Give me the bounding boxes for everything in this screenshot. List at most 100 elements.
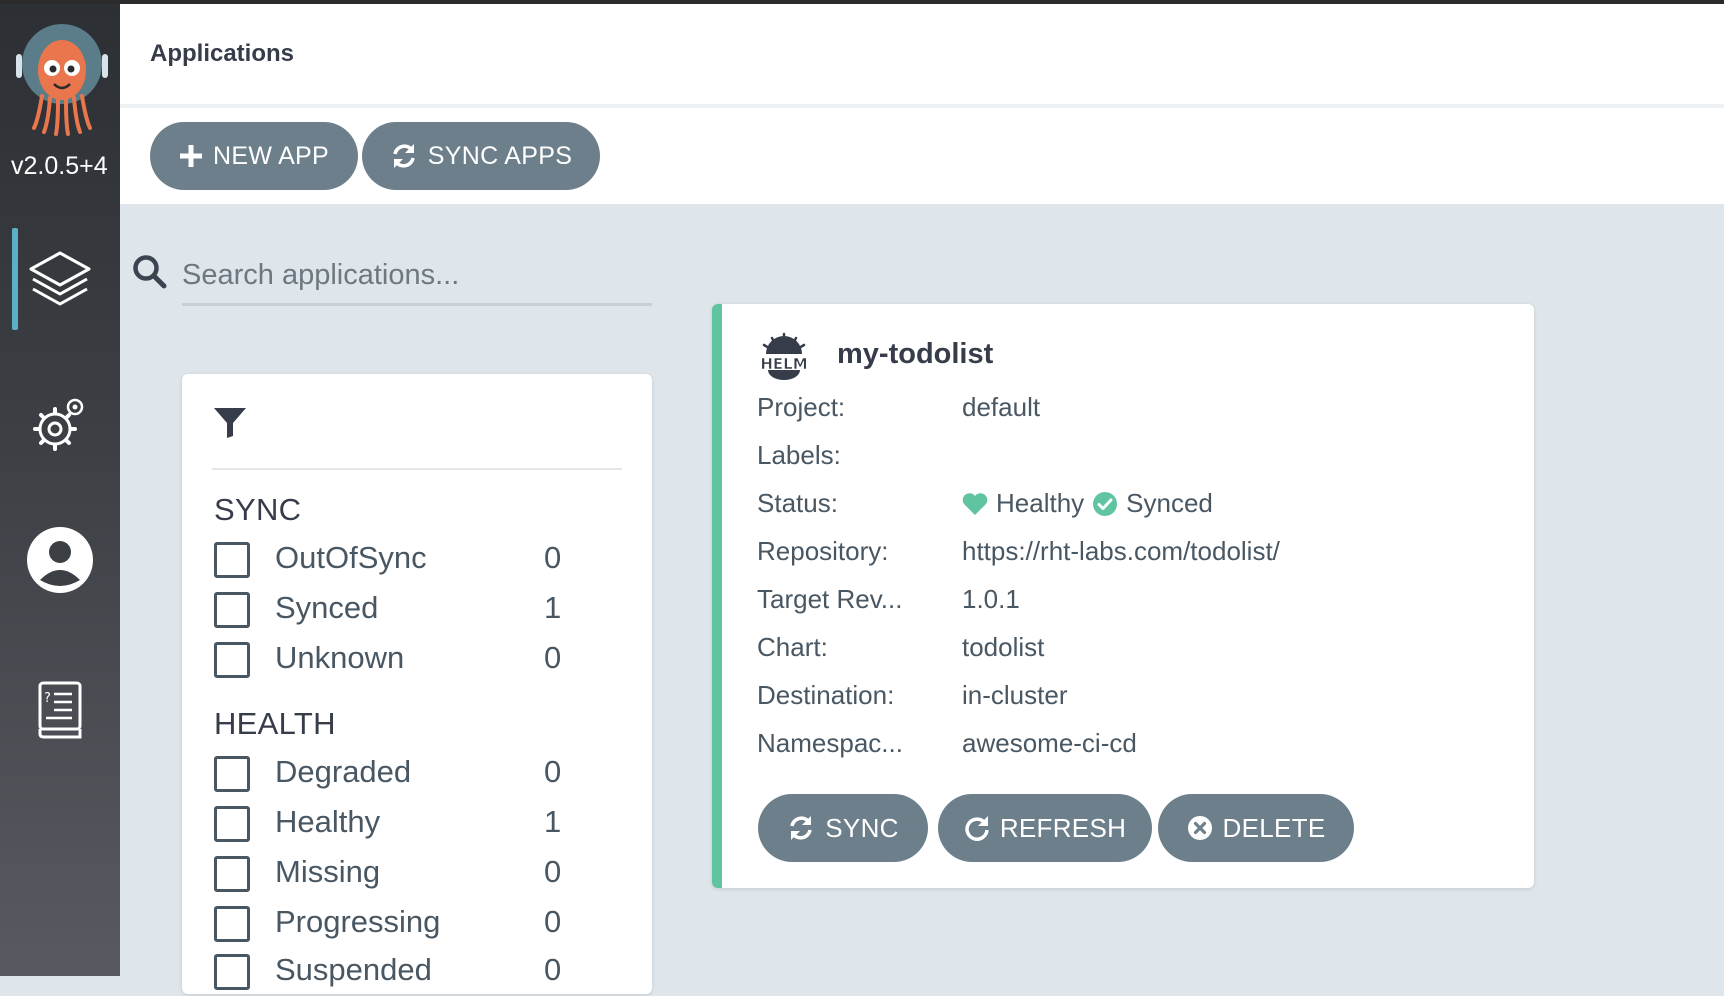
filter-item-suspended[interactable]: Suspended 0 xyxy=(214,950,574,996)
filters-panel: SYNC OutOfSync 0 Synced 1 Unknown 0 HEAL… xyxy=(182,374,652,994)
field-value: awesome-ci-cd xyxy=(962,728,1137,758)
filter-label: Progressing xyxy=(275,904,441,939)
nav-user-info[interactable] xyxy=(0,510,120,610)
filter-item-unknown[interactable]: Unknown 0 xyxy=(214,638,574,684)
sync-filter-title: SYNC xyxy=(214,492,302,527)
sync-label: SYNC xyxy=(825,812,899,843)
field-namespace: Namespac... awesome-ci-cd xyxy=(757,728,1527,764)
user-icon xyxy=(27,527,93,593)
plus-icon xyxy=(179,145,202,167)
delete-button[interactable]: DELETE xyxy=(1158,794,1354,862)
filter-checkbox[interactable] xyxy=(214,954,250,990)
filter-checkbox[interactable] xyxy=(214,592,250,628)
field-label: Project: xyxy=(757,392,846,422)
heart-icon xyxy=(962,492,988,515)
field-label: Chart: xyxy=(757,632,828,662)
filter-count: 0 xyxy=(544,952,562,987)
check-circle-icon xyxy=(1093,491,1118,516)
filter-count: 0 xyxy=(544,540,562,575)
delete-label: DELETE xyxy=(1222,812,1326,843)
filter-count: 0 xyxy=(544,904,562,939)
filter-checkbox[interactable] xyxy=(214,856,250,892)
search-icon xyxy=(133,255,167,289)
helm-icon: HELM xyxy=(760,332,808,380)
filter-count: 0 xyxy=(544,640,562,675)
filter-item-synced[interactable]: Synced 1 xyxy=(214,588,574,634)
filter-checkbox[interactable] xyxy=(214,806,250,842)
search-input[interactable] xyxy=(182,248,652,306)
app-tile[interactable]: HELM my-todolist Project: default Labels… xyxy=(712,304,1534,888)
app-name[interactable]: my-todolist xyxy=(837,338,993,371)
field-value: 1.0.1 xyxy=(962,584,1020,614)
filter-checkbox[interactable] xyxy=(214,756,250,792)
sync-apps-button[interactable]: SYNC APPS xyxy=(362,122,600,190)
svg-text:?: ? xyxy=(44,691,51,706)
filter-item-progressing[interactable]: Progressing 0 xyxy=(214,902,574,948)
filter-count: 0 xyxy=(544,854,562,889)
filter-divider xyxy=(212,468,622,470)
filter-item-degraded[interactable]: Degraded 0 xyxy=(214,752,574,798)
field-label: Repository: xyxy=(757,536,889,566)
sync-button[interactable]: SYNC xyxy=(758,794,928,862)
field-status: Status: Healthy Synced xyxy=(757,488,1527,524)
field-label: Namespac... xyxy=(757,728,903,758)
filter-label: Missing xyxy=(275,854,381,889)
toolbar: NEW APP SYNC APPS xyxy=(120,108,1724,204)
field-value: default xyxy=(962,392,1041,422)
sync-status-text: Synced xyxy=(1126,488,1213,518)
filter-item-missing[interactable]: Missing 0 xyxy=(214,852,574,898)
sync-icon xyxy=(790,816,813,840)
field-value: in-cluster xyxy=(962,680,1068,710)
field-repository: Repository: https://rht-labs.com/todolis… xyxy=(757,536,1527,572)
field-label: Status: xyxy=(757,488,838,518)
field-label: Target Rev... xyxy=(757,584,903,614)
new-app-label: NEW APP xyxy=(212,141,330,170)
sync-icon xyxy=(393,144,415,168)
refresh-label: REFRESH xyxy=(999,812,1127,843)
field-destination: Destination: in-cluster xyxy=(757,680,1527,716)
docs-book-icon: ? xyxy=(38,681,82,739)
sync-apps-label: SYNC APPS xyxy=(427,141,573,170)
refresh-button[interactable]: REFRESH xyxy=(938,794,1152,862)
field-chart: Chart: todolist xyxy=(757,632,1527,668)
field-target-revision: Target Rev... 1.0.1 xyxy=(757,584,1527,620)
health-filter-title: HEALTH xyxy=(214,706,336,741)
refresh-icon xyxy=(965,816,989,841)
filter-count: 1 xyxy=(544,590,562,625)
status-value: Healthy Synced xyxy=(962,488,1213,519)
filter-icon[interactable] xyxy=(212,404,248,440)
new-app-button[interactable]: NEW APP xyxy=(150,122,358,190)
field-value: https://rht-labs.com/todolist/ xyxy=(962,536,1280,566)
filter-label: Degraded xyxy=(275,754,412,789)
filter-item-outofsync[interactable]: OutOfSync 0 xyxy=(214,538,574,584)
filter-checkbox[interactable] xyxy=(214,906,250,942)
filter-item-healthy[interactable]: Healthy 1 xyxy=(214,802,574,848)
filter-label: OutOfSync xyxy=(275,540,427,575)
window-top-border xyxy=(0,0,1724,4)
field-project: Project: default xyxy=(757,392,1527,428)
filter-label: Unknown xyxy=(275,640,405,675)
nav-settings[interactable] xyxy=(0,374,120,474)
version-label: v2.0.5+4 xyxy=(11,152,108,180)
filter-count: 1 xyxy=(544,804,562,839)
nav-docs[interactable]: ? xyxy=(0,660,120,760)
health-status-text: Healthy xyxy=(996,488,1085,518)
page-title: Applications xyxy=(150,40,295,67)
page-header: Applications xyxy=(120,4,1724,108)
field-value: todolist xyxy=(962,632,1045,662)
filter-count: 0 xyxy=(544,754,562,789)
filter-label: Suspended xyxy=(275,952,432,987)
filter-label: Healthy xyxy=(275,804,381,839)
filter-checkbox[interactable] xyxy=(214,542,250,578)
filter-label: Synced xyxy=(275,590,379,625)
field-label: Labels: xyxy=(757,440,841,470)
sidebar: v2.0.5+4 ? xyxy=(0,0,120,976)
delete-circle-icon xyxy=(1187,816,1212,840)
filter-checkbox[interactable] xyxy=(214,642,250,678)
nav-applications[interactable] xyxy=(0,230,120,330)
field-labels: Labels: xyxy=(757,440,1527,476)
svg-text:HELM: HELM xyxy=(760,355,807,373)
argo-logo[interactable] xyxy=(14,24,110,144)
gears-icon xyxy=(33,398,84,451)
layers-icon xyxy=(29,251,91,306)
